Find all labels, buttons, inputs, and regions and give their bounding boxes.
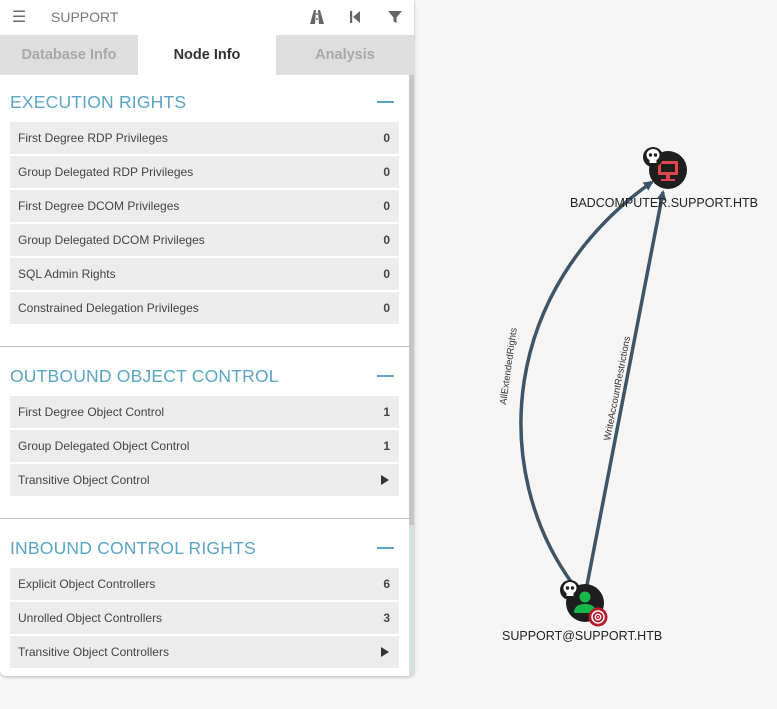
list-item[interactable]: Explicit Object Controllers 6 bbox=[10, 568, 399, 601]
collapse-outbound-object-control-icon[interactable] bbox=[377, 375, 394, 377]
row-count: 0 bbox=[383, 233, 390, 247]
row-count: 1 bbox=[383, 405, 390, 419]
row-label: Group Delegated DCOM Privileges bbox=[18, 233, 205, 247]
section-title-outbound-object-control[interactable]: OUTBOUND OBJECT CONTROL bbox=[10, 366, 279, 387]
search-bar: ☰ SUPPORT bbox=[0, 0, 414, 36]
row-label: First Degree Object Control bbox=[18, 405, 165, 419]
row-label: Constrained Delegation Privileges bbox=[18, 301, 199, 315]
section-title-inbound-control-rights[interactable]: INBOUND CONTROL RIGHTS bbox=[10, 538, 256, 559]
row-count: 0 bbox=[383, 301, 390, 315]
collapse-inbound-control-rights-icon[interactable] bbox=[377, 547, 394, 549]
list-item[interactable]: Transitive Object Control bbox=[10, 464, 399, 497]
expand-play-icon[interactable] bbox=[381, 475, 389, 485]
node-info-content: EXECUTION RIGHTS First Degree RDP Privil… bbox=[0, 75, 409, 676]
list-item[interactable]: Group Delegated RDP Privileges 0 bbox=[10, 156, 399, 189]
row-label: Unrolled Object Controllers bbox=[18, 611, 163, 625]
row-label: First Degree DCOM Privileges bbox=[18, 199, 180, 213]
row-label: Group Delegated Object Control bbox=[18, 439, 190, 453]
tab-node-info[interactable]: Node Info bbox=[138, 35, 276, 75]
computer-node-label: BADCOMPUTER.SUPPORT.HTB bbox=[570, 196, 758, 210]
row-count: 0 bbox=[383, 131, 390, 145]
row-label: Transitive Object Control bbox=[18, 473, 150, 487]
side-panel: ☰ SUPPORT Database Info Node Info Analys… bbox=[0, 0, 414, 676]
list-item[interactable]: Group Delegated DCOM Privileges 0 bbox=[10, 224, 399, 257]
collapse-execution-rights-icon[interactable] bbox=[377, 101, 394, 103]
row-count: 1 bbox=[383, 439, 390, 453]
list-item[interactable]: Constrained Delegation Privileges 0 bbox=[10, 292, 399, 325]
pathfinding-icon[interactable] bbox=[308, 8, 326, 26]
filter-icon[interactable] bbox=[386, 8, 404, 26]
back-icon[interactable] bbox=[346, 8, 364, 26]
list-item[interactable]: First Degree DCOM Privileges 0 bbox=[10, 190, 399, 223]
scrollbar-thumb[interactable] bbox=[409, 75, 414, 525]
edge-all-extended-rights[interactable] bbox=[519, 180, 654, 585]
owned-skull-icon bbox=[643, 147, 663, 167]
row-count: 0 bbox=[383, 267, 390, 281]
section-title-execution-rights[interactable]: EXECUTION RIGHTS bbox=[10, 92, 186, 113]
row-label: Explicit Object Controllers bbox=[18, 577, 156, 591]
user-node[interactable] bbox=[560, 580, 608, 627]
row-count: 0 bbox=[383, 199, 390, 213]
edge-label-all-extended-rights: AllExtendedRights bbox=[498, 327, 520, 406]
search-input[interactable]: SUPPORT bbox=[51, 9, 118, 25]
section-divider bbox=[0, 346, 409, 347]
list-item[interactable]: Unrolled Object Controllers 3 bbox=[10, 602, 399, 635]
expand-play-icon[interactable] bbox=[381, 647, 389, 657]
row-label: First Degree RDP Privileges bbox=[18, 131, 168, 145]
row-count: 6 bbox=[383, 577, 390, 591]
tab-database-info[interactable]: Database Info bbox=[0, 35, 138, 75]
user-node-label: SUPPORT@SUPPORT.HTB bbox=[502, 629, 663, 643]
hamburger-menu-icon[interactable]: ☰ bbox=[10, 9, 28, 27]
tab-analysis[interactable]: Analysis bbox=[276, 35, 414, 75]
owned-skull-icon bbox=[560, 580, 580, 600]
list-item[interactable]: First Degree RDP Privileges 0 bbox=[10, 122, 399, 155]
list-item[interactable]: Group Delegated Object Control 1 bbox=[10, 430, 399, 463]
row-label: Transitive Object Controllers bbox=[18, 645, 169, 659]
row-count: 3 bbox=[383, 611, 390, 625]
list-item[interactable]: Transitive Object Controllers bbox=[10, 636, 399, 669]
row-count: 0 bbox=[383, 165, 390, 179]
row-label: Group Delegated RDP Privileges bbox=[18, 165, 194, 179]
row-label: SQL Admin Rights bbox=[18, 267, 116, 281]
edge-write-account-restrictions[interactable] bbox=[585, 190, 667, 586]
target-icon bbox=[588, 607, 608, 627]
list-item[interactable]: First Degree Object Control 1 bbox=[10, 396, 399, 429]
tab-bar: Database Info Node Info Analysis bbox=[0, 35, 414, 75]
section-divider bbox=[0, 518, 409, 519]
list-item[interactable]: SQL Admin Rights 0 bbox=[10, 258, 399, 291]
